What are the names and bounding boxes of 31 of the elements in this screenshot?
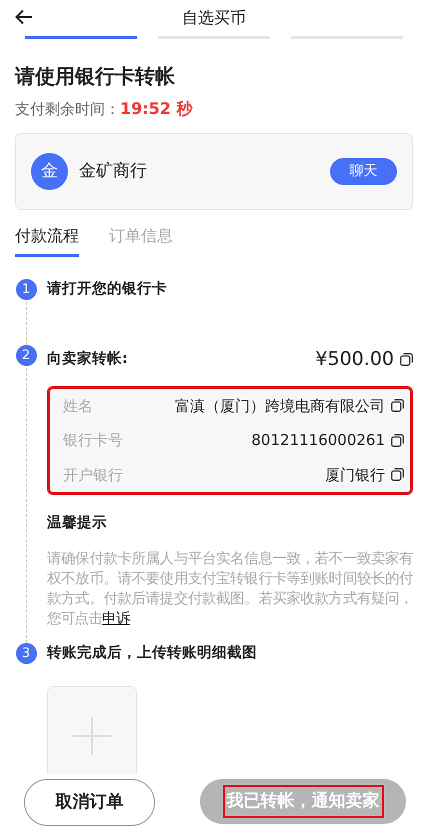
notice-text: 请确保付款卡所属人与平台实名信息一致，若不一致卖家有权不放币。请不要使用支付宝转银行卡等到账时间较长的付款方式。付款后请提交付款截图。若买家收款方式有疑问，您可点击申诉 — [47, 550, 413, 629]
plus-icon — [73, 716, 111, 755]
page-title: 自选买币 — [182, 7, 246, 29]
heading: 请使用银行卡转帐 — [15, 63, 176, 90]
copy-icon[interactable] — [391, 399, 404, 412]
copy-icon[interactable] — [391, 434, 404, 447]
merchant-avatar: 金 — [31, 153, 68, 190]
tab[interactable]: 付款流程 — [15, 224, 79, 257]
step-number: 1 — [16, 279, 36, 300]
countdown-text: 支付剩余时间：19:52 秒 — [15, 98, 194, 120]
cancel-order-button[interactable]: 取消订单 — [24, 779, 155, 826]
back-arrow-icon — [15, 9, 33, 25]
copy-icon[interactable] — [400, 352, 413, 366]
merchant-name: 金矿商行 — [79, 160, 148, 183]
copy-icon[interactable] — [391, 468, 404, 482]
step-title: 转账完成后，上传转账明细截图 — [47, 643, 258, 663]
field-label: 开户银行 — [63, 464, 124, 486]
step-number: 3 — [16, 642, 36, 664]
chat-button[interactable]: 聊天 — [330, 158, 397, 185]
appeal-link[interactable]: 申诉 — [102, 610, 130, 627]
field-value: 厦门银行 — [325, 464, 385, 486]
field-label: 姓名 — [63, 396, 94, 416]
step-title: 请打开您的银行卡 — [47, 280, 168, 299]
amount-text: ¥500.00 — [315, 347, 394, 372]
field-value: 80121116000261 — [251, 430, 385, 451]
field-label: 银行卡号 — [63, 430, 124, 451]
back-button[interactable] — [15, 9, 33, 25]
notice-title: 温馨提示 — [47, 514, 108, 533]
field-value: 富滇（厦门）跨境电商有限公司 — [175, 396, 385, 416]
step-number: 2 — [16, 345, 36, 366]
step-title: 向卖家转帐: — [47, 349, 129, 369]
